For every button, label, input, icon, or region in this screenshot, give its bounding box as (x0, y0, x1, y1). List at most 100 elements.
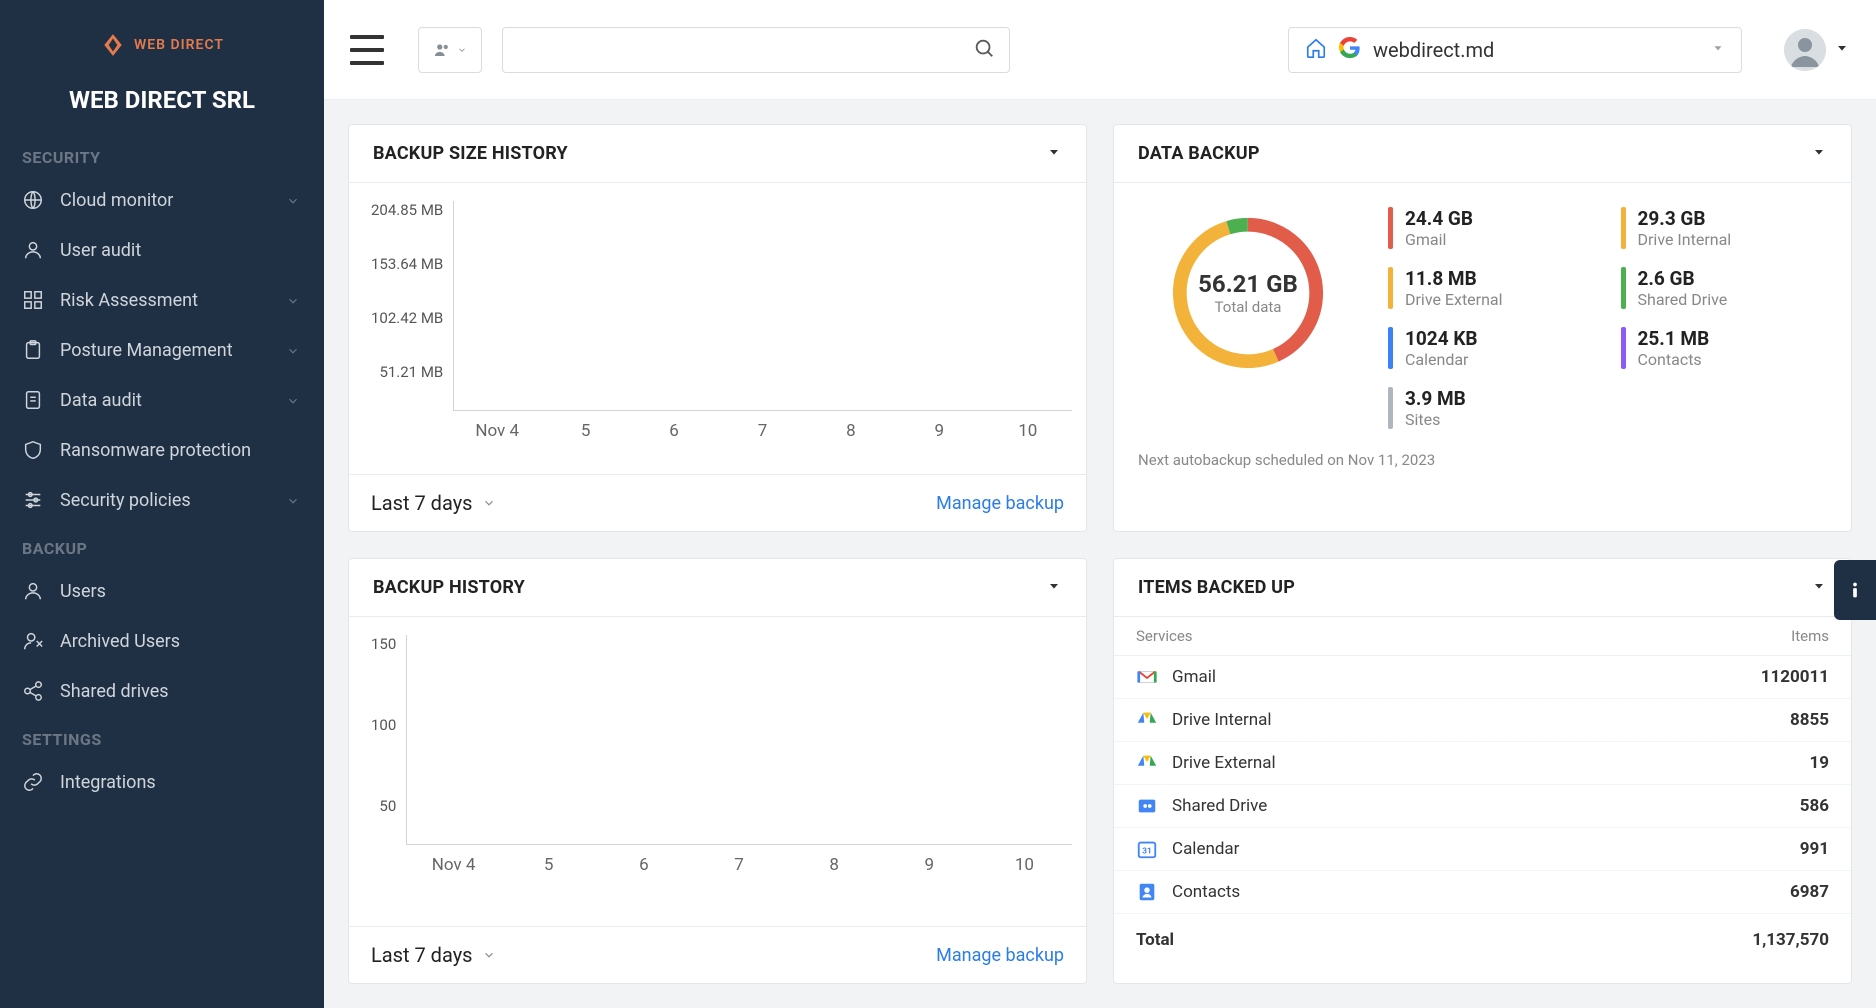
data-backup-donut: 56.21 GB Total data (1158, 203, 1338, 383)
range-select[interactable]: Last 7 days (371, 943, 496, 967)
data-backup-card: DATA BACKUP 56.21 GB Total data (1113, 124, 1852, 532)
schedule-note: Next autobackup scheduled on Nov 11, 202… (1114, 441, 1851, 487)
sidebar-item-posture-management[interactable]: Posture Management (0, 325, 324, 375)
sidebar-item-data-audit[interactable]: Data audit (0, 375, 324, 425)
grid-icon (22, 289, 44, 311)
range-select[interactable]: Last 7 days (371, 491, 496, 515)
legend-item: 29.3 GBDrive Internal (1621, 207, 1828, 249)
org-name: WEB DIRECT SRL (0, 80, 324, 134)
sidebar-item-users[interactable]: Users (0, 566, 324, 616)
sidebar-item-label: Risk Assessment (60, 290, 198, 311)
sidebar-item-ransomware-protection[interactable]: Ransomware protection (0, 425, 324, 475)
card-title: BACKUP HISTORY (373, 577, 525, 598)
legend: 24.4 GBGmail 29.3 GBDrive Internal 11.8 … (1388, 203, 1827, 429)
card-title: DATA BACKUP (1138, 143, 1260, 164)
legend-item: 3.9 MBSites (1388, 387, 1595, 429)
manage-backup-link[interactable]: Manage backup (936, 493, 1064, 514)
collapse-toggle[interactable] (1046, 578, 1062, 598)
sidebar-section-title: SECURITY (0, 134, 324, 175)
info-tab-button[interactable] (1834, 560, 1876, 620)
link-icon (22, 771, 44, 793)
backup-size-history-card: BACKUP SIZE HISTORY 204.85 MB153.64 MB10… (348, 124, 1087, 532)
backup-size-chart: 204.85 MB153.64 MB102.42 MB51.21 MB (371, 201, 1072, 411)
table-total-row: Total 1,137,570 (1114, 914, 1851, 960)
sliders-icon (22, 489, 44, 511)
google-icon (1339, 37, 1361, 63)
collapse-toggle[interactable] (1046, 144, 1062, 164)
sidebar-item-integrations[interactable]: Integrations (0, 757, 324, 807)
card-title: BACKUP SIZE HISTORY (373, 143, 568, 164)
sidebar-item-archived-users[interactable]: Archived Users (0, 616, 324, 666)
sidebar-item-label: Posture Management (60, 340, 233, 361)
sidebar-item-label: Security policies (60, 490, 191, 511)
shield-icon (22, 439, 44, 461)
sidebar-item-user-audit[interactable]: User audit (0, 225, 324, 275)
chevron-down-icon (286, 392, 302, 408)
sidebar-item-label: Data audit (60, 390, 142, 411)
domain-select[interactable]: webdirect.md (1288, 27, 1742, 73)
user-icon (22, 580, 44, 602)
sidebar: WEB DIRECT WEB DIRECT SRL SECURITY Cloud… (0, 0, 324, 1008)
shared-icon (1136, 795, 1158, 817)
drive-icon (1136, 709, 1158, 731)
total-data-value: 56.21 GB (1198, 270, 1298, 298)
user-filter-select[interactable] (418, 27, 482, 73)
chevron-down-icon (286, 292, 302, 308)
user-x-icon (22, 630, 44, 652)
sidebar-item-label: Users (60, 581, 106, 602)
drive-icon (1136, 752, 1158, 774)
sidebar-section-title: BACKUP (0, 525, 324, 566)
user-icon (22, 239, 44, 261)
dashboard-content: BACKUP SIZE HISTORY 204.85 MB153.64 MB10… (324, 100, 1876, 1008)
user-menu[interactable] (1784, 29, 1850, 71)
chevron-down-icon (286, 192, 302, 208)
chevron-down-icon (1711, 40, 1725, 59)
chevron-down-icon (1834, 40, 1850, 60)
doc-icon (22, 389, 44, 411)
table-row: Drive External 19 (1114, 742, 1851, 785)
table-row: Drive Internal 8855 (1114, 699, 1851, 742)
table-row: 31Calendar 991 (1114, 828, 1851, 871)
table-row: Shared Drive 586 (1114, 785, 1851, 828)
globe-icon (22, 189, 44, 211)
logo: WEB DIRECT (0, 22, 324, 80)
sidebar-item-risk-assessment[interactable]: Risk Assessment (0, 275, 324, 325)
sidebar-item-label: User audit (60, 240, 141, 261)
search-field[interactable] (502, 27, 1010, 73)
chevron-down-icon (286, 492, 302, 508)
legend-item: 11.8 MBDrive External (1388, 267, 1595, 309)
svg-text:31: 31 (1142, 847, 1151, 857)
topbar: webdirect.md (324, 0, 1876, 100)
sidebar-item-label: Integrations (60, 772, 156, 793)
backup-history-card: BACKUP HISTORY 15010050 Nov 45678910 Las… (348, 558, 1087, 984)
home-icon (1305, 37, 1327, 63)
share-icon (22, 680, 44, 702)
sidebar-item-label: Archived Users (60, 631, 180, 652)
collapse-toggle[interactable] (1811, 578, 1827, 598)
contacts-icon (1136, 881, 1158, 903)
legend-item: 2.6 GBShared Drive (1621, 267, 1828, 309)
manage-backup-link[interactable]: Manage backup (936, 945, 1064, 966)
card-title: ITEMS BACKED UP (1138, 577, 1295, 598)
search-icon (973, 37, 995, 63)
gmail-icon (1136, 666, 1158, 688)
table-row: Gmail 1120011 (1114, 656, 1851, 699)
cal-icon: 31 (1136, 838, 1158, 860)
sidebar-item-label: Ransomware protection (60, 440, 251, 461)
table-row: Contacts 6987 (1114, 871, 1851, 914)
sidebar-item-security-policies[interactable]: Security policies (0, 475, 324, 525)
sidebar-item-cloud-monitor[interactable]: Cloud monitor (0, 175, 324, 225)
chevron-down-icon (286, 342, 302, 358)
items-backed-up-card: ITEMS BACKED UP Services Items Gmail 112… (1113, 558, 1852, 984)
legend-item: 1024 KBCalendar (1388, 327, 1595, 369)
legend-item: 25.1 MBContacts (1621, 327, 1828, 369)
search-input[interactable] (517, 41, 973, 59)
collapse-toggle[interactable] (1811, 144, 1827, 164)
sidebar-section-title: SETTINGS (0, 716, 324, 757)
sidebar-item-label: Cloud monitor (60, 190, 173, 211)
clipboard-icon (22, 339, 44, 361)
legend-item: 24.4 GBGmail (1388, 207, 1595, 249)
sidebar-item-shared-drives[interactable]: Shared drives (0, 666, 324, 716)
menu-toggle-button[interactable] (350, 35, 384, 65)
avatar (1784, 29, 1826, 71)
